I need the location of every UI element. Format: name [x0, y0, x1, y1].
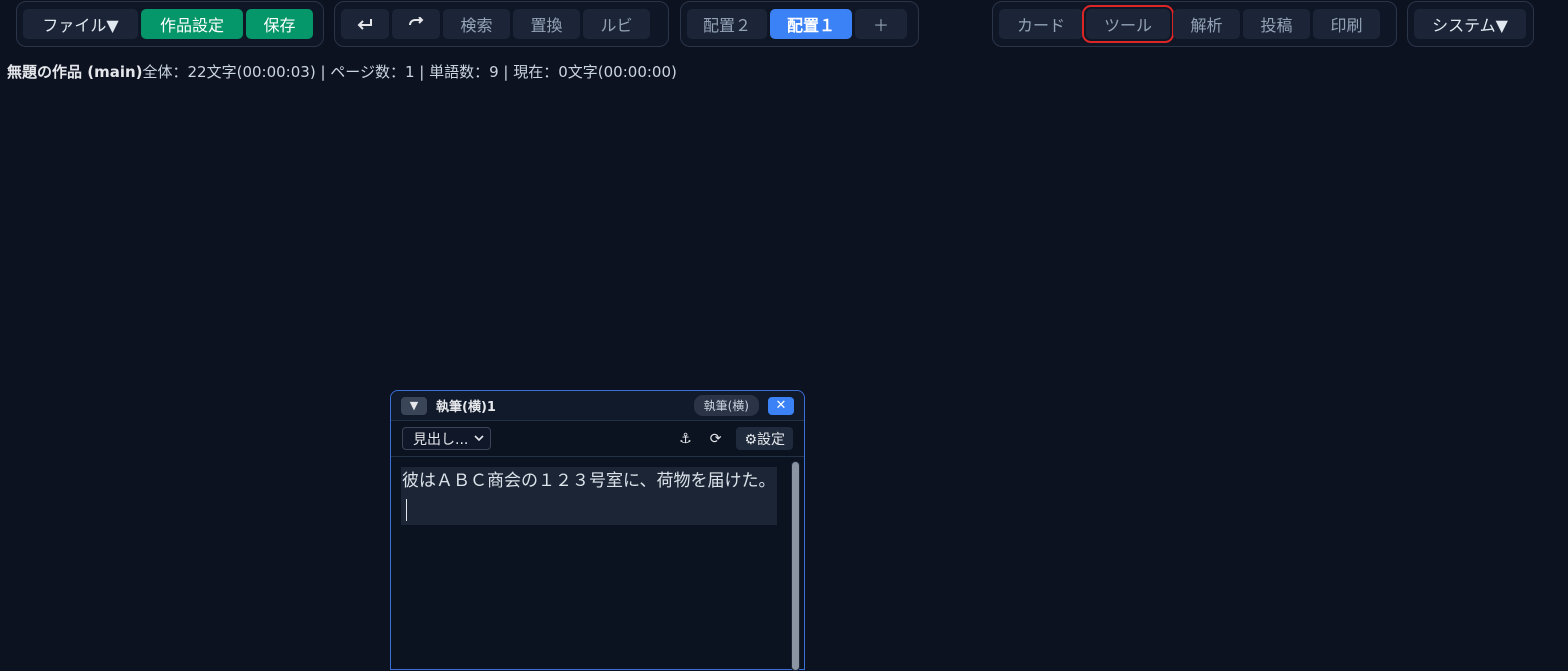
panel-title: 執筆(横)1: [436, 400, 496, 415]
collapse-button[interactable]: ▼: [401, 396, 427, 415]
card-button[interactable]: カード: [999, 9, 1083, 39]
print-button[interactable]: 印刷: [1313, 9, 1380, 39]
system-group: システム▼: [1407, 1, 1534, 47]
system-menu-button[interactable]: システム▼: [1414, 9, 1526, 39]
editor-scrollbar[interactable]: [791, 461, 800, 671]
redo-icon: [409, 17, 424, 26]
refresh-icon[interactable]: ⟳: [710, 431, 722, 447]
ruby-button[interactable]: ルビ: [583, 9, 650, 39]
tool-button[interactable]: ツール: [1082, 5, 1174, 43]
add-layout-button[interactable]: ＋: [855, 9, 907, 39]
status-details: 全体：22文字(00:00:03) | ページ数：1 | 単語数：9 | 現在：…: [142, 63, 677, 81]
tools-group: カード ツール 解析 投稿 印刷: [992, 1, 1397, 47]
status-line: 無題の作品 (main)全体：22文字(00:00:03) | ページ数：1 |…: [7, 61, 677, 82]
replace-button[interactable]: 置換: [513, 9, 580, 39]
file-menu-button[interactable]: ファイル▼: [23, 9, 138, 39]
undo-button[interactable]: [341, 9, 389, 39]
editor-content: 彼はＡＢＣ商会の１２３号室に、荷物を届けた。: [402, 471, 776, 491]
file-group: ファイル▼ 作品設定 保存: [16, 1, 324, 47]
layout-1-tab[interactable]: 配置１: [770, 9, 852, 39]
save-button[interactable]: 保存: [246, 9, 313, 39]
redo-button[interactable]: [392, 9, 440, 39]
scrollbar-thumb[interactable]: [792, 462, 799, 670]
analysis-button[interactable]: 解析: [1173, 9, 1240, 39]
undo-icon: [357, 19, 372, 30]
panel-header[interactable]: ▼ 執筆(横)1 執筆(横) ✕: [391, 391, 804, 421]
chevron-down-icon: [474, 435, 484, 442]
heading-select[interactable]: 見出し...: [402, 427, 492, 450]
close-panel-button[interactable]: ✕: [768, 396, 794, 415]
layout-2-tab[interactable]: 配置２: [687, 9, 767, 39]
search-button[interactable]: 検索: [443, 9, 510, 39]
writing-panel: ▼ 執筆(横)1 執筆(横) ✕ 見出し... ⚓ ⟳ ⚙設定 彼はＡＢＣ商会の…: [390, 390, 805, 671]
editor-area: 彼はＡＢＣ商会の１２３号室に、荷物を届けた。: [391, 457, 804, 671]
layout-group: 配置２ 配置１ ＋: [680, 1, 919, 47]
edit-group: 検索 置換 ルビ: [334, 1, 669, 47]
panel-settings-button[interactable]: ⚙設定: [736, 427, 793, 450]
post-button[interactable]: 投稿: [1243, 9, 1310, 39]
heading-select-value: 見出し...: [413, 431, 469, 448]
work-title: 無題の作品 (main): [7, 63, 143, 81]
anchor-icon[interactable]: ⚓: [679, 431, 692, 447]
top-toolbar: ファイル▼ 作品設定 保存 検索 置換 ルビ 配置２ 配置１ ＋ カード ツール…: [0, 0, 1568, 50]
editor-text[interactable]: 彼はＡＢＣ商会の１２３号室に、荷物を届けた。: [401, 467, 777, 525]
work-settings-button[interactable]: 作品設定: [141, 9, 243, 39]
panel-type-badge: 執筆(横): [693, 395, 759, 416]
text-caret: [406, 499, 407, 521]
panel-toolbar: 見出し... ⚓ ⟳ ⚙設定: [391, 421, 804, 457]
